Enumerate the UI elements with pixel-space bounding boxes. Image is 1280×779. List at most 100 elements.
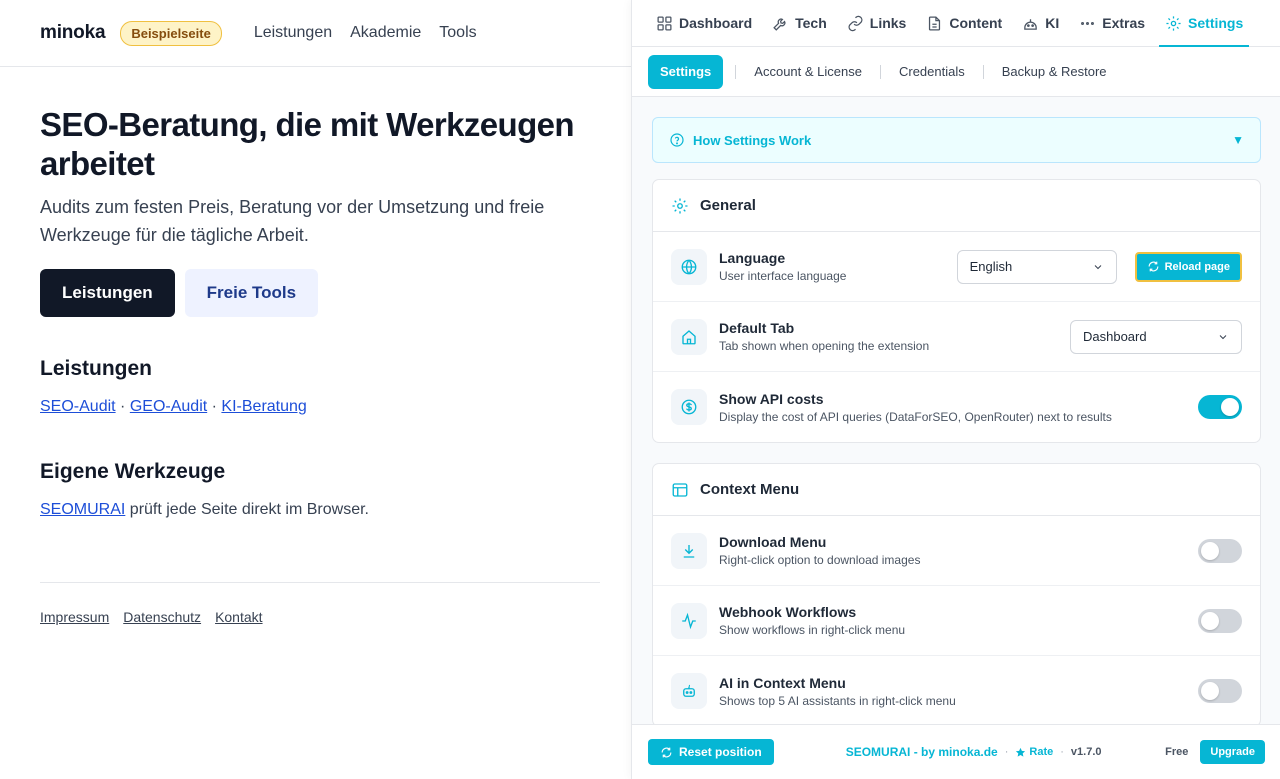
panel-footer: Reset position SEOMURAI - by minoka.de ·… bbox=[632, 724, 1280, 779]
plan-label: Free bbox=[1165, 746, 1189, 758]
select-value: English bbox=[969, 259, 1013, 274]
setting-text: Download Menu Right-click option to down… bbox=[719, 534, 1198, 567]
tab-extras[interactable]: Extras bbox=[1069, 0, 1155, 46]
site-logo[interactable]: minoka bbox=[40, 22, 106, 44]
reload-page-button[interactable]: Reload page bbox=[1134, 251, 1242, 282]
general-card: General Language User interface language… bbox=[652, 179, 1261, 443]
services-heading: Leistungen bbox=[40, 357, 153, 380]
setting-title: Language bbox=[719, 250, 786, 266]
services-links: SEO-Audit · GEO-Audit · KI-Beratung bbox=[40, 398, 592, 416]
help-circle-icon bbox=[670, 133, 684, 147]
tab-label: Dashboard bbox=[679, 15, 753, 31]
tab-links[interactable]: Links bbox=[837, 0, 917, 46]
setting-title: AI in Context Menu bbox=[719, 674, 846, 691]
reset-position-button[interactable]: Reset position bbox=[648, 739, 774, 765]
tab-dashboard[interactable]: Dashboard bbox=[646, 0, 762, 46]
settings-subtabs: Settings Account & License Credentials B… bbox=[632, 47, 1280, 97]
footer-separator: · bbox=[1060, 746, 1064, 758]
wrench-icon bbox=[773, 18, 786, 31]
site-nav: Leistungen Akademie Tools bbox=[254, 24, 477, 42]
setting-title: Default Tab bbox=[719, 320, 795, 336]
setting-text: Webhook Workflows Show workflows in righ… bbox=[719, 604, 1198, 637]
tab-tech[interactable]: Tech bbox=[762, 0, 837, 46]
site-footer: Impressum Datenschutz Kontakt bbox=[40, 609, 263, 625]
subtab-settings[interactable]: Settings bbox=[648, 54, 724, 89]
rate-label: Rate bbox=[1029, 746, 1054, 758]
tab-settings[interactable]: Settings bbox=[1155, 0, 1253, 47]
how-settings-work-accordion[interactable]: How Settings Work ▼ bbox=[652, 117, 1261, 163]
geo-audit-link[interactable]: GEO-Audit bbox=[130, 398, 207, 415]
nav-link-leistungen[interactable]: Leistungen bbox=[254, 24, 332, 42]
link-separator: · bbox=[120, 398, 126, 415]
button-label: Reload page bbox=[1164, 260, 1230, 273]
kontakt-link[interactable]: Kontakt bbox=[215, 609, 262, 625]
upgrade-button[interactable]: Upgrade bbox=[1200, 740, 1265, 764]
refresh-icon bbox=[661, 747, 672, 757]
nav-link-tools[interactable]: Tools bbox=[439, 24, 476, 42]
subtab-backup-restore[interactable]: Backup & Restore bbox=[984, 64, 1125, 79]
subtab-credentials[interactable]: Credentials bbox=[881, 64, 983, 79]
document-icon bbox=[929, 15, 941, 31]
version-label: v1.7.0 bbox=[1070, 746, 1102, 758]
chevron-down-icon bbox=[1219, 334, 1227, 339]
default-tab-select[interactable]: Dashboard bbox=[1070, 319, 1242, 354]
tab-label: Settings bbox=[1188, 15, 1244, 31]
setting-description: Tab shown when opening the extension bbox=[719, 339, 930, 353]
home-icon bbox=[671, 318, 707, 355]
api-costs-toggle[interactable] bbox=[1198, 395, 1242, 419]
setting-description: Show workflows in right-click menu bbox=[719, 623, 906, 637]
tab-label: Extras bbox=[1102, 15, 1146, 31]
api-costs-setting: Show API costs Display the cost of API q… bbox=[653, 372, 1260, 442]
setting-text: AI in Context Menu Shows top 5 AI assist… bbox=[719, 675, 1198, 708]
select-value: Dashboard bbox=[1083, 329, 1147, 344]
card-title: General bbox=[700, 197, 756, 214]
gear-icon bbox=[1166, 15, 1181, 31]
tools-text: SEOMURAI prüft jede Seite direkt im Brow… bbox=[40, 501, 592, 519]
link-separator: · bbox=[211, 398, 217, 415]
datenschutz-link[interactable]: Datenschutz bbox=[123, 609, 201, 625]
accordion-title: How Settings Work bbox=[693, 132, 812, 148]
tab-content[interactable]: Content bbox=[916, 0, 1012, 46]
default-tab-setting: Default Tab Tab shown when opening the e… bbox=[653, 302, 1260, 372]
setting-description: Shows top 5 AI assistants in right-click… bbox=[719, 693, 956, 708]
tab-label: KI bbox=[1045, 15, 1060, 31]
brand-link[interactable]: SEOMURAI - by minoka.de bbox=[846, 745, 998, 759]
layout-icon bbox=[672, 482, 688, 497]
setting-text: Show API costs Display the cost of API q… bbox=[719, 391, 1198, 424]
seo-audit-link[interactable]: SEO-Audit bbox=[40, 398, 116, 415]
language-setting: Language User interface language English… bbox=[653, 232, 1260, 302]
download-menu-toggle[interactable] bbox=[1198, 538, 1242, 563]
nav-link-akademie[interactable]: Akademie bbox=[350, 24, 421, 42]
dots-icon bbox=[1081, 21, 1095, 25]
ki-beratung-link[interactable]: KI-Beratung bbox=[221, 398, 306, 415]
button-label: Reset position bbox=[679, 745, 762, 759]
tools-heading: Eigene Werkzeuge bbox=[40, 460, 226, 483]
gear-icon bbox=[672, 198, 688, 213]
setting-title: Webhook Workflows bbox=[719, 604, 857, 620]
tab-ki[interactable]: KI bbox=[1012, 0, 1069, 46]
ai-context-menu-toggle[interactable] bbox=[1198, 679, 1242, 703]
webhook-workflows-setting: Webhook Workflows Show workflows in righ… bbox=[653, 586, 1260, 656]
footer-divider bbox=[40, 582, 600, 583]
webhook-workflows-toggle[interactable] bbox=[1198, 608, 1242, 633]
rate-link[interactable]: Rate bbox=[1015, 746, 1053, 758]
setting-description: Right-click option to download images bbox=[719, 553, 921, 567]
impressum-link[interactable]: Impressum bbox=[40, 609, 109, 625]
globe-icon bbox=[671, 248, 707, 285]
caret-down-icon: ▼ bbox=[1232, 133, 1244, 147]
card-title: Context Menu bbox=[700, 481, 800, 498]
site-main: SEO-Beratung, die mit Werkzeugen arbeite… bbox=[0, 67, 632, 519]
settings-content[interactable]: How Settings Work ▼ General Language Use… bbox=[632, 97, 1280, 724]
extension-panel: Dashboard Tech Links Content KI Extras S… bbox=[631, 0, 1280, 779]
language-select[interactable]: English bbox=[956, 249, 1117, 284]
setting-description: Display the cost of API queries (DataFor… bbox=[719, 409, 1112, 424]
tab-label: Content bbox=[949, 15, 1003, 31]
seomurai-link[interactable]: SEOMURAI bbox=[40, 501, 125, 518]
free-tools-button[interactable]: Freie Tools bbox=[184, 269, 319, 317]
leistungen-button[interactable]: Leistungen bbox=[40, 269, 175, 317]
link-icon bbox=[848, 15, 863, 31]
subtab-account-license[interactable]: Account & License bbox=[736, 64, 880, 79]
tab-label: Tech bbox=[795, 15, 827, 31]
tools-description: prüft jede Seite direkt im Browser. bbox=[125, 501, 369, 518]
robot-icon bbox=[1024, 18, 1038, 30]
